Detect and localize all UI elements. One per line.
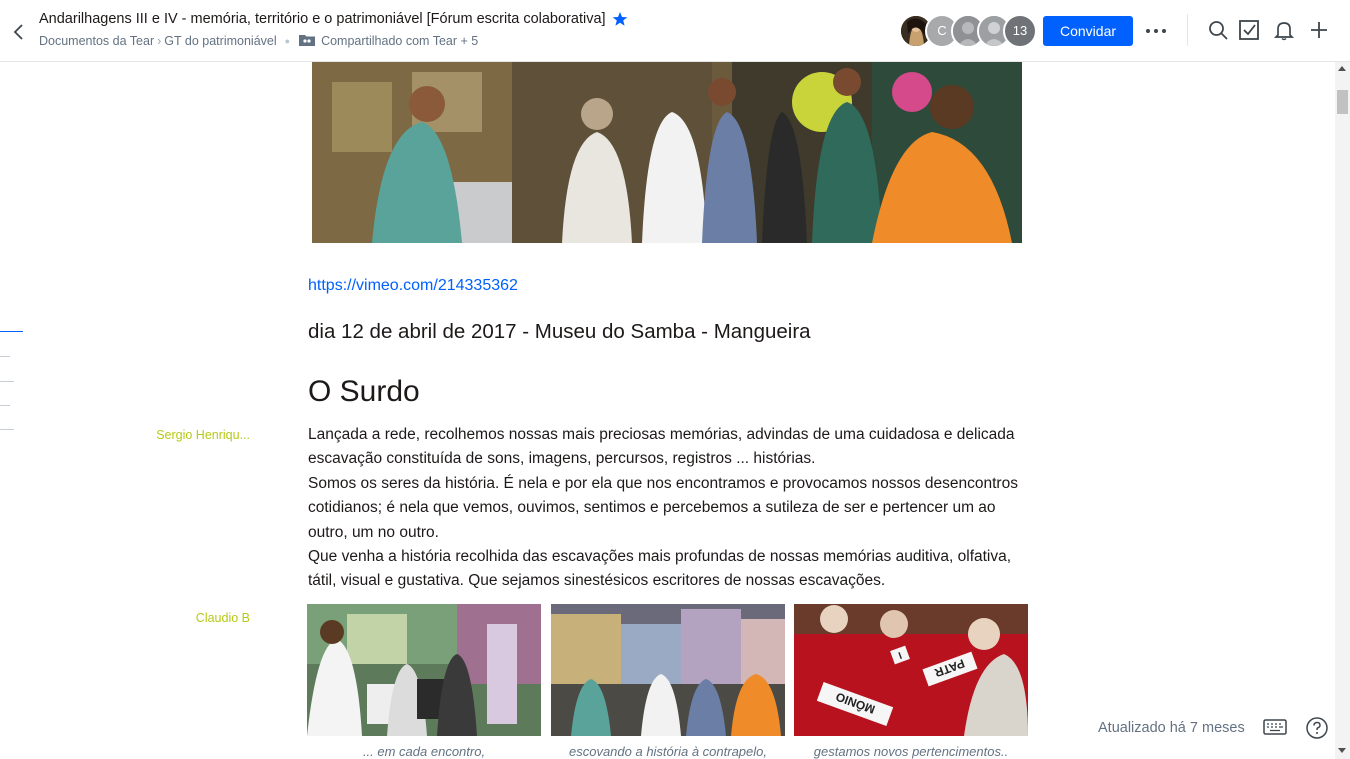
- event-photo: [312, 62, 1022, 243]
- breadcrumb-item-gt[interactable]: GT do patrimoniável: [164, 34, 276, 48]
- star-icon[interactable]: [612, 11, 628, 27]
- search-icon[interactable]: [1207, 19, 1229, 41]
- breadcrumb-item-documentos[interactable]: Documentos da Tear: [39, 34, 154, 48]
- gallery-photo-1[interactable]: [307, 604, 541, 736]
- document-title[interactable]: Andarilhagens III e IV - memória, territ…: [39, 11, 606, 27]
- keyboard-shortcuts-icon[interactable]: [1263, 718, 1287, 736]
- vertical-scrollbar[interactable]: [1335, 62, 1350, 759]
- more-options-icon[interactable]: [1144, 20, 1168, 42]
- breadcrumb-separator: ›: [157, 34, 162, 48]
- collaborator-avatars[interactable]: C 13: [899, 14, 1039, 48]
- shared-with-text[interactable]: Compartilhado com Tear + 5: [321, 34, 478, 48]
- shared-folder-icon: [299, 34, 316, 46]
- photo-caption: gestamos novos pertencimentos..: [813, 744, 1009, 759]
- notification-bell-icon[interactable]: [1273, 19, 1295, 41]
- help-icon[interactable]: [1305, 716, 1329, 740]
- scrollbar-thumb[interactable]: [1337, 90, 1348, 114]
- more-collaborators-count[interactable]: 13: [1003, 14, 1037, 48]
- back-arrow-icon[interactable]: [8, 20, 30, 44]
- add-icon[interactable]: [1308, 19, 1330, 41]
- breadcrumb: Documentos da Tear › GT do patrimoniável ● C…: [39, 34, 478, 48]
- body-paragraph: Lançada a rede, recolhemos nossas mais p…: [308, 423, 1028, 594]
- top-bar: Andarilhagens III e IV - memória, territ…: [0, 0, 1350, 62]
- document-body: https://vimeo.com/214335362 dia 12 de ab…: [0, 62, 1335, 759]
- last-updated-text: Atualizado há 7 meses: [1098, 720, 1245, 736]
- photo-caption: escovando a história à contrapelo,: [568, 744, 767, 759]
- paragraph-line: Somos os seres da história. É nela e por…: [308, 474, 1018, 541]
- gallery-photo-3[interactable]: I PATR MÔNIO: [794, 604, 1028, 736]
- checklist-icon[interactable]: [1238, 19, 1260, 41]
- header-divider: [1187, 14, 1188, 46]
- gallery-photo-2[interactable]: [551, 604, 785, 736]
- vimeo-link[interactable]: https://vimeo.com/214335362: [308, 277, 518, 295]
- paragraph-line: Lançada a rede, recolhemos nossas mais p…: [308, 426, 1015, 468]
- invite-button[interactable]: Convidar: [1043, 16, 1133, 46]
- scroll-down-arrow-icon[interactable]: [1338, 748, 1346, 753]
- date-line: dia 12 de abril de 2017 - Museu do Samba…: [308, 320, 811, 343]
- scroll-up-arrow-icon[interactable]: [1338, 66, 1346, 71]
- photo-caption: ... em cada encontro,: [362, 744, 486, 759]
- breadcrumb-dot: ●: [284, 36, 291, 46]
- paragraph-line: Que venha a história recolhida das escav…: [308, 548, 1012, 590]
- section-heading: O Surdo: [308, 375, 420, 408]
